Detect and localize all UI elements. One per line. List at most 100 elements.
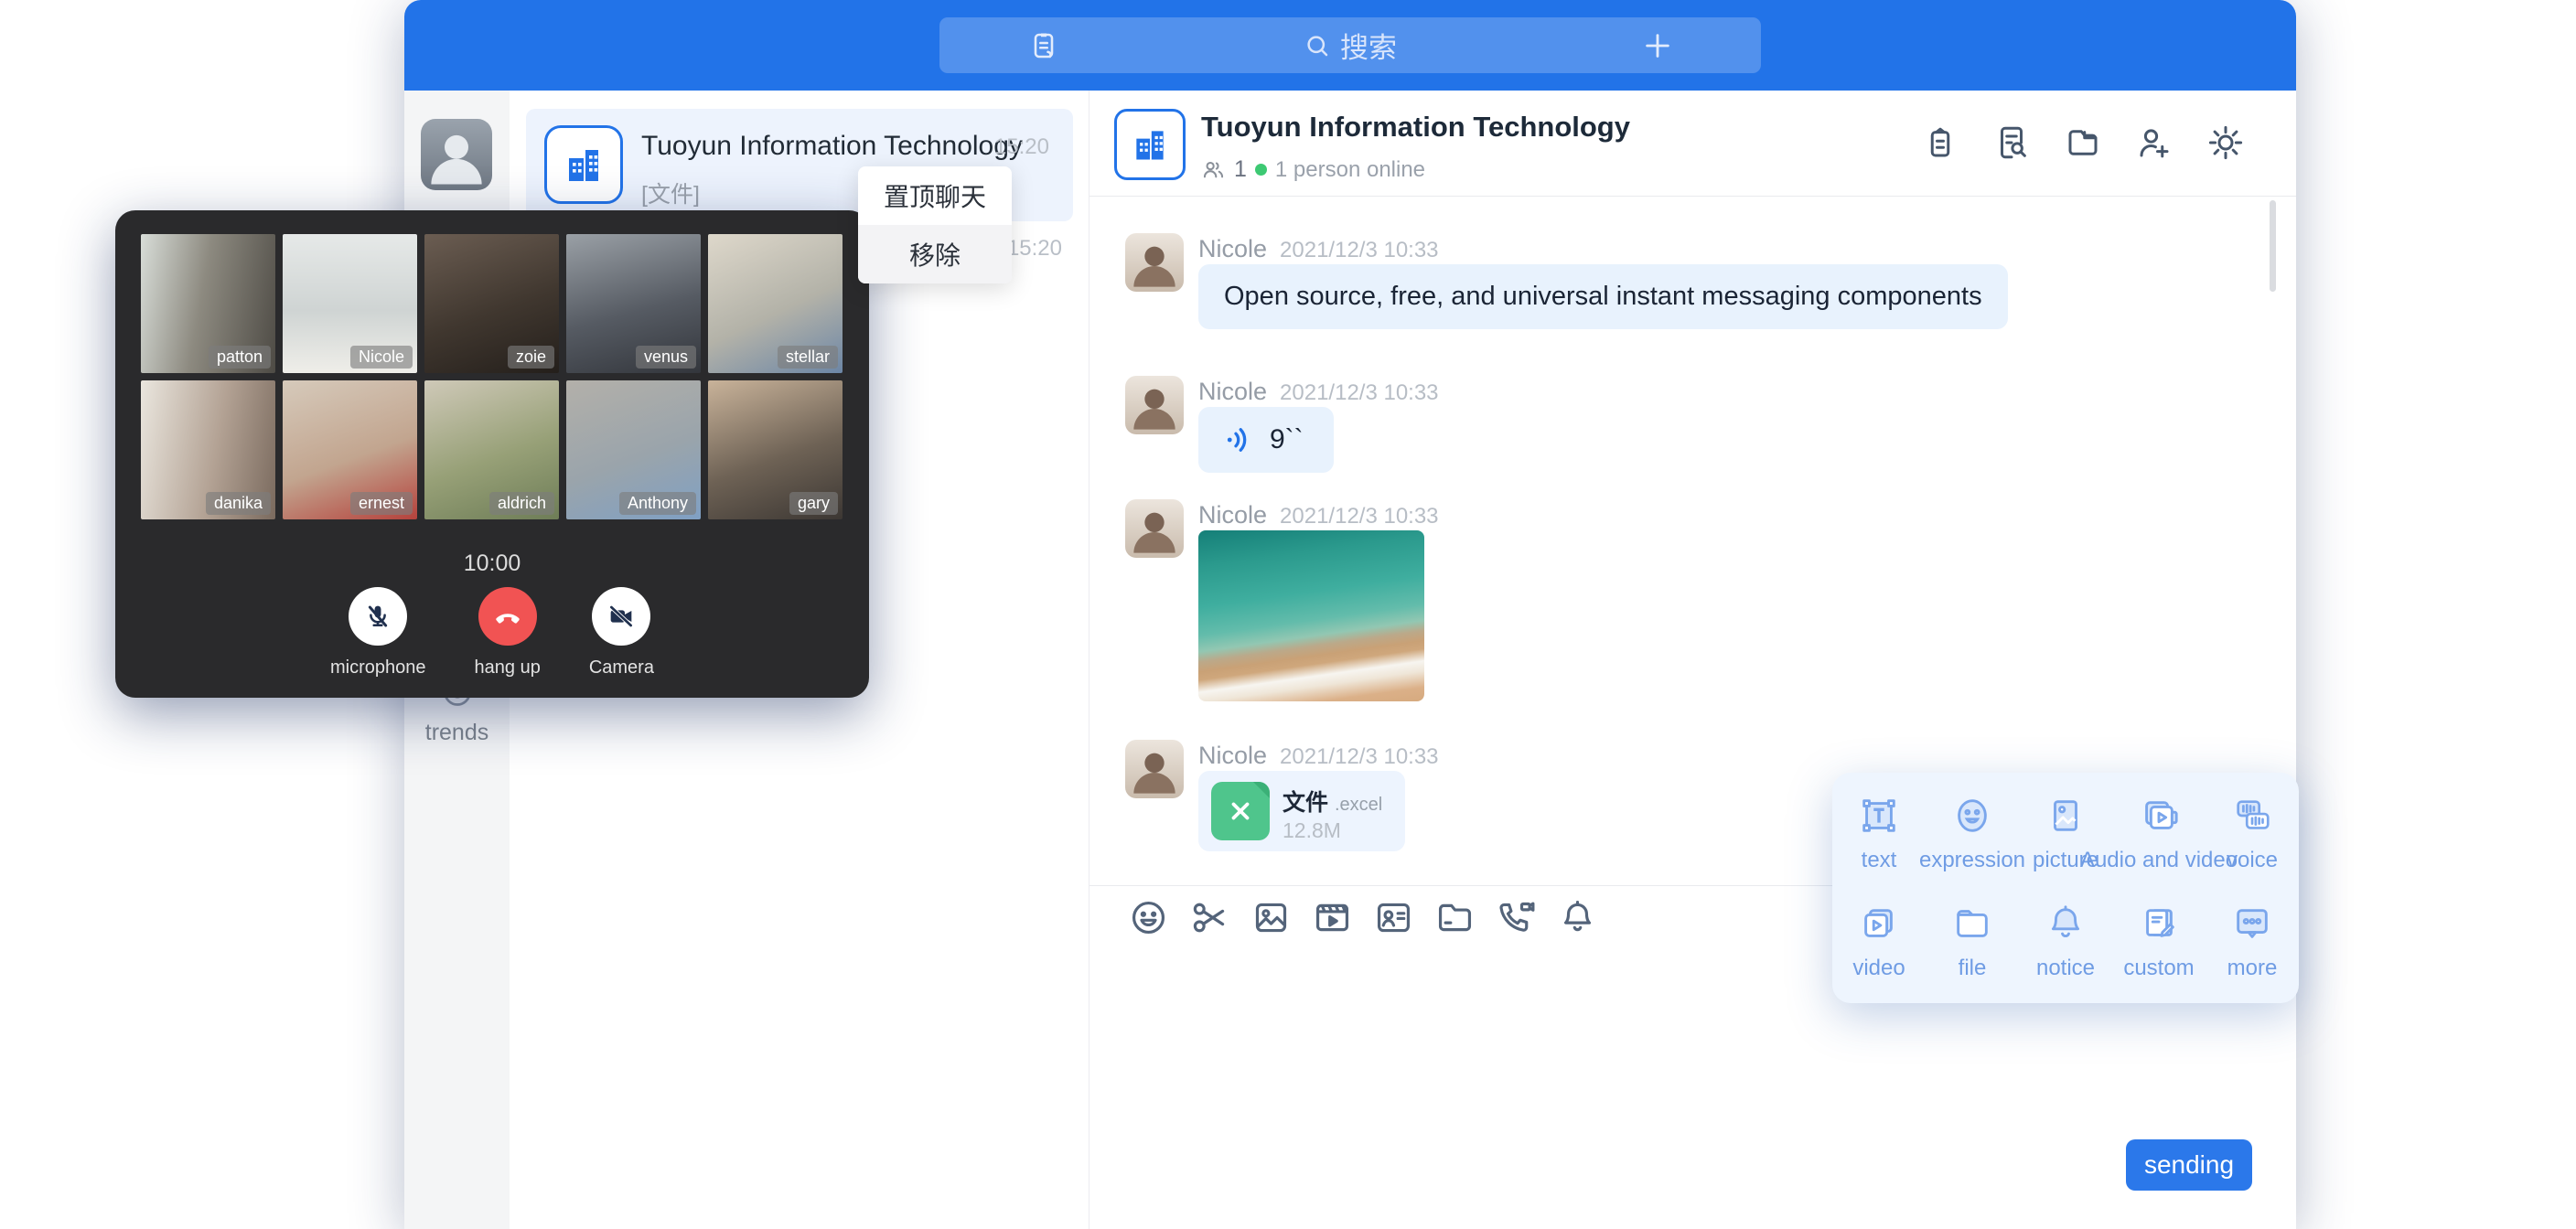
chat-record-icon[interactable]	[1027, 29, 1060, 62]
menu-item-remove[interactable]: 移除	[858, 225, 1012, 283]
sender-name: Nicole	[1198, 501, 1267, 529]
sender-avatar[interactable]	[1125, 233, 1184, 292]
hang-up-icon[interactable]	[478, 587, 537, 646]
sender-name: Nicole	[1198, 235, 1267, 262]
hang-up-label: hang up	[475, 657, 541, 679]
message-time: 2021/12/3 10:33	[1280, 380, 1439, 405]
participant-name: aldrich	[489, 492, 554, 515]
contact-card-icon[interactable]	[1373, 897, 1414, 938]
attach-item-audio-video[interactable]: Audio and video	[2112, 780, 2206, 888]
send-button[interactable]: sending	[2126, 1139, 2252, 1191]
file-message-bubble[interactable]: 文件 .excel 12.8M	[1198, 771, 1405, 851]
file-size: 12.8M	[1283, 818, 1341, 843]
conversation-time: 15:20	[1007, 236, 1062, 262]
microphone-control[interactable]: microphone	[330, 587, 426, 679]
voice-message-bubble[interactable]: 9``	[1198, 407, 1334, 473]
expression-icon	[1951, 795, 1993, 837]
conversation-last-message: [文件]	[641, 176, 700, 209]
text-message-bubble[interactable]: Open source, free, and universal instant…	[1198, 264, 2008, 329]
text-icon	[1858, 795, 1900, 837]
participant-tile[interactable]: danika	[141, 380, 275, 519]
video-icon[interactable]	[1312, 897, 1353, 938]
call-timer: 10:00	[115, 550, 869, 577]
participant-name: Anthony	[619, 492, 696, 515]
online-status-dot	[1255, 164, 1267, 176]
participant-tile[interactable]: gary	[708, 380, 843, 519]
sender-name: Nicole	[1198, 378, 1267, 405]
member-count: 1	[1234, 156, 1247, 183]
image-message-beach-photo[interactable]	[1198, 530, 1424, 701]
camera-label: Camera	[589, 657, 654, 679]
message-scrollbar[interactable]	[2270, 200, 2276, 292]
audio-video-icon	[2138, 795, 2180, 837]
online-status-text: 1 person online	[1275, 157, 1425, 183]
notice-bell-icon	[2045, 903, 2087, 945]
participant-tile[interactable]: Nicole	[283, 234, 417, 373]
video-call-panel: patton Nicole zoie venus stellar danika …	[115, 210, 869, 698]
attach-item-custom[interactable]: custom	[2112, 888, 2206, 996]
participant-tile[interactable]: ernest	[283, 380, 417, 519]
participant-name: stellar	[778, 346, 838, 369]
participant-tile[interactable]: Anthony	[566, 380, 701, 519]
hang-up-control[interactable]: hang up	[475, 587, 541, 679]
folder-icon[interactable]	[1434, 897, 1476, 938]
participant-name: patton	[209, 346, 271, 369]
menu-item-pin-chat[interactable]: 置顶聊天	[858, 166, 1012, 225]
message-meta: Nicole2021/12/3 10:33	[1198, 501, 1439, 529]
voice-duration: 9``	[1270, 424, 1304, 455]
attach-item-text[interactable]: text	[1832, 780, 1926, 888]
emoji-icon[interactable]	[1128, 897, 1169, 938]
plus-icon[interactable]	[1642, 30, 1673, 61]
participant-name: Nicole	[350, 346, 413, 369]
video-call-icon[interactable]	[1496, 897, 1537, 938]
notification-bell-icon[interactable]	[1557, 897, 1598, 938]
participant-name: venus	[636, 346, 696, 369]
participant-tile[interactable]: venus	[566, 234, 701, 373]
microphone-muted-icon[interactable]	[349, 587, 407, 646]
message-time: 2021/12/3 10:33	[1280, 238, 1439, 262]
participant-tile[interactable]: aldrich	[424, 380, 559, 519]
participant-name: danika	[206, 492, 271, 515]
sidebar-item-trends-label[interactable]: trends	[404, 720, 510, 746]
camera-control[interactable]: Camera	[589, 587, 654, 679]
voice-wave-icon	[1222, 423, 1255, 456]
announcement-icon[interactable]	[1921, 123, 1959, 162]
message-meta: Nicole 2021/12/3 10:33	[1198, 378, 1439, 406]
attach-item-more[interactable]: more	[2206, 888, 2299, 996]
chat-title: Tuoyun Information Technology	[1201, 111, 1630, 144]
message-meta: Nicole 2021/12/3 10:33	[1198, 235, 1439, 263]
attach-item-expression[interactable]: expression	[1926, 780, 2019, 888]
settings-gear-icon[interactable]	[2206, 123, 2245, 162]
sender-avatar[interactable]	[1125, 499, 1184, 558]
participant-tile[interactable]: stellar	[708, 234, 843, 373]
more-bubble-icon	[2231, 903, 2273, 945]
attach-item-notice[interactable]: notice	[2019, 888, 2112, 996]
attach-item-file[interactable]: file	[1926, 888, 2019, 996]
members-icon	[1201, 157, 1226, 182]
search-bar[interactable]: 搜索	[939, 17, 1761, 73]
input-toolbar	[1128, 897, 1598, 938]
attach-item-video[interactable]: video	[1832, 888, 1926, 996]
participant-tile[interactable]: patton	[141, 234, 275, 373]
header-divider	[1089, 196, 2296, 197]
call-controls: microphone hang up	[115, 587, 869, 679]
files-icon[interactable]	[2064, 123, 2102, 162]
participant-name: ernest	[350, 492, 413, 515]
add-member-icon[interactable]	[2135, 123, 2174, 162]
attach-item-voice[interactable]: voice	[2206, 780, 2299, 888]
screenshot-scissors-icon[interactable]	[1189, 897, 1230, 938]
custom-doc-icon	[2138, 903, 2180, 945]
camera-off-icon[interactable]	[592, 587, 650, 646]
file-extension: .excel	[1335, 795, 1382, 815]
sender-avatar[interactable]	[1125, 376, 1184, 434]
sender-avatar[interactable]	[1125, 740, 1184, 798]
microphone-label: microphone	[330, 657, 426, 679]
participant-tile[interactable]: zoie	[424, 234, 559, 373]
image-icon[interactable]	[1250, 897, 1292, 938]
conversation-context-menu: 置顶聊天 移除	[858, 166, 1012, 283]
chat-history-search-icon[interactable]	[1992, 123, 2031, 162]
user-avatar[interactable]	[421, 119, 492, 190]
search-icon	[1304, 32, 1331, 59]
file-folder-icon	[1951, 903, 1993, 945]
chat-panel: Tuoyun Information Technology 1 1 person…	[1089, 91, 2296, 1229]
